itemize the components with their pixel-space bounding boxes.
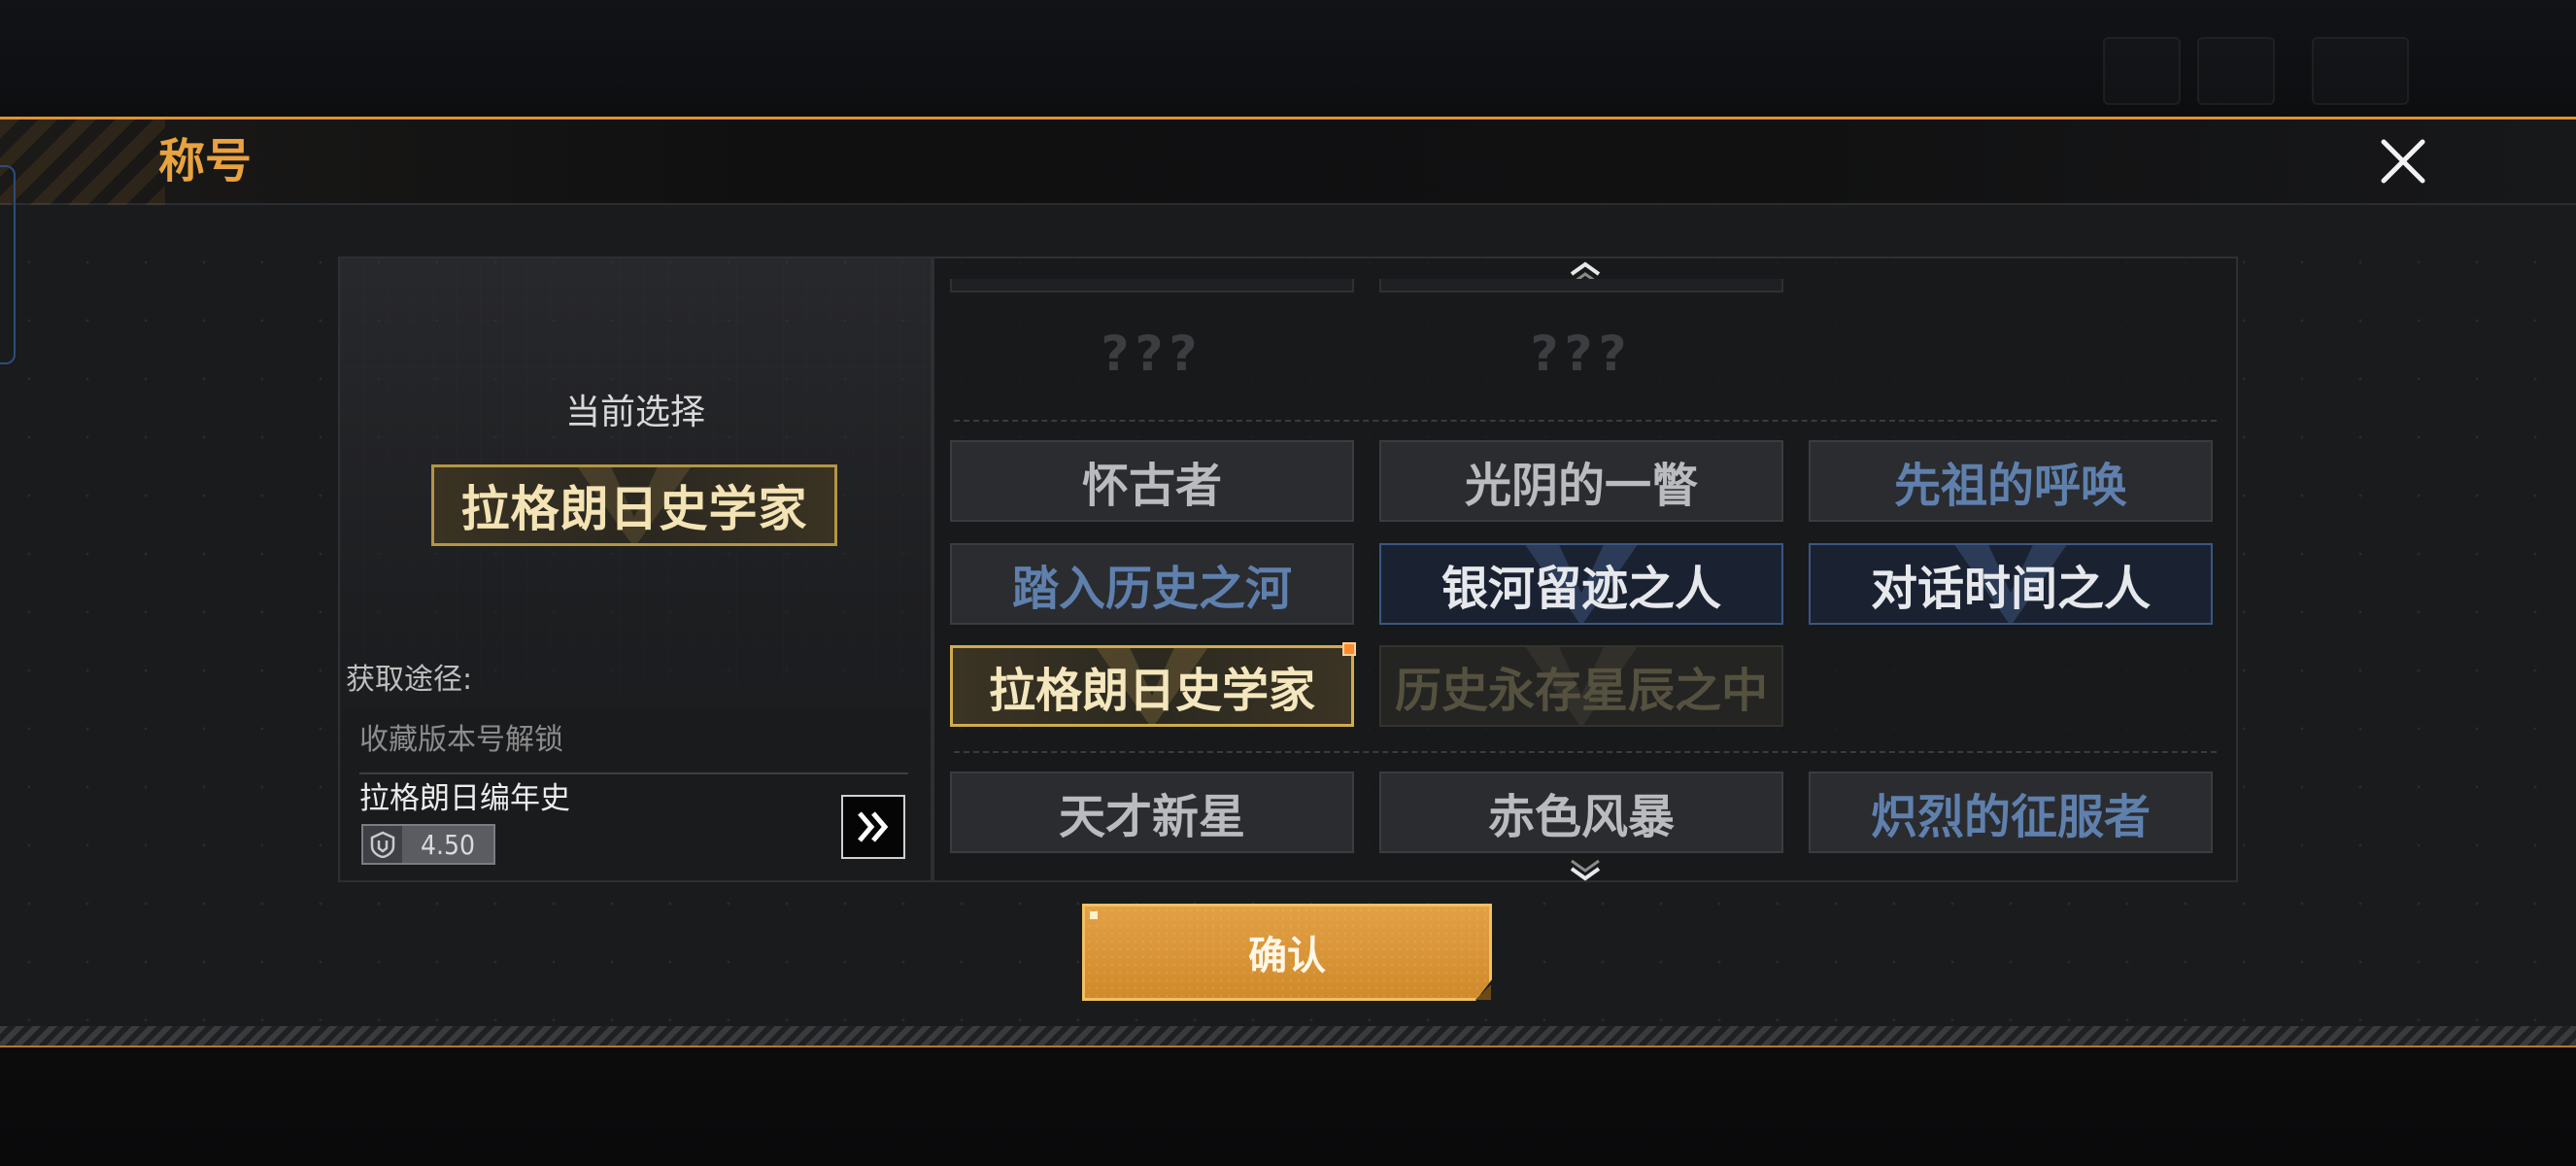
bottom-hazard-stripe	[0, 1026, 2576, 1047]
title-option[interactable]: 对话时间之人	[1809, 543, 2213, 625]
page-title: 称号	[158, 134, 253, 189]
background-top	[0, 0, 2576, 117]
title-option[interactable]: 炽烈的征服者	[1809, 772, 2213, 853]
source-label: 获取途径:	[346, 663, 473, 697]
source-item-chronicle: 拉格朗日编年史	[359, 781, 570, 816]
version-badge: 4.50	[361, 824, 495, 865]
confirm-button[interactable]: 确认	[1082, 904, 1492, 1001]
section-divider	[954, 420, 2217, 422]
close-icon	[2381, 139, 2425, 184]
source-item-unlock: 收藏版本号解锁	[359, 723, 563, 757]
header-stripes	[0, 120, 165, 205]
close-button[interactable]	[2370, 128, 2436, 194]
list-item	[1379, 279, 1783, 292]
current-title-text: 拉格朗日史学家	[460, 481, 808, 537]
title-option[interactable]: 先祖的呼唤	[1809, 440, 2213, 522]
chevron-down-icon	[1570, 859, 1601, 881]
button-corner-edge	[1475, 984, 1491, 1000]
double-chevron-right-icon	[858, 811, 889, 842]
scroll-down-button[interactable]	[1566, 855, 1605, 884]
background-bottom	[0, 1046, 2576, 1166]
background-button	[2103, 37, 2181, 105]
title-option[interactable]: 银河留迹之人	[1379, 543, 1783, 625]
confirm-label: 确认	[1248, 934, 1326, 978]
bottom-accent-line	[0, 1046, 2576, 1047]
title-option[interactable]: 踏入历史之河	[950, 543, 1354, 625]
background-button	[2197, 37, 2275, 105]
side-tab	[0, 165, 16, 364]
title-option[interactable]: 光阴的一瞥	[1379, 440, 1783, 522]
title-option[interactable]: 怀古者	[950, 440, 1354, 522]
button-corner-mark	[1090, 911, 1098, 919]
list-item	[950, 279, 1354, 292]
title-screen: 称号 当前选择 拉格朗日史学家 获取途径: 收藏版本号解锁 拉格朗日编年史 4.…	[0, 0, 2576, 1166]
title-option[interactable]: 历史永存星辰之中	[1379, 645, 1783, 727]
version-number: 4.50	[420, 828, 476, 861]
shield-icon	[363, 826, 402, 863]
locked-title: ???	[1530, 326, 1633, 382]
divider	[359, 772, 908, 774]
title-option[interactable]: 天才新星	[950, 772, 1354, 853]
current-selection-label: 当前选择	[564, 393, 705, 432]
section-divider	[954, 751, 2217, 753]
title-option[interactable]: 赤色风暴	[1379, 772, 1783, 853]
header-bar	[0, 120, 2576, 205]
current-title-badge: 拉格朗日史学家	[431, 464, 837, 546]
background-button	[2312, 37, 2409, 105]
locked-title: ???	[1101, 326, 1203, 382]
title-option-selected[interactable]: 拉格朗日史学家	[950, 645, 1354, 727]
go-to-source-button[interactable]	[841, 795, 905, 859]
new-indicator	[1342, 642, 1356, 656]
